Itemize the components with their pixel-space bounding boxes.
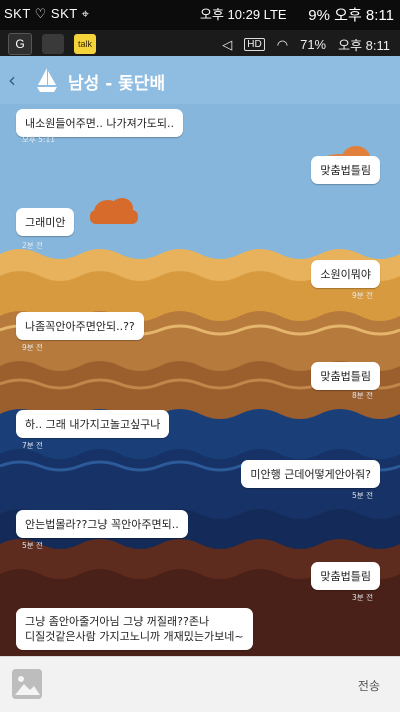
- chat-title: 남성 - 돛단배: [68, 74, 166, 94]
- system-time: 오후 8:11: [338, 38, 390, 53]
- carrier-label: SKT ♡ SKT ⌖: [4, 6, 90, 21]
- chat-header: ‹ 남성 - 돛단배: [0, 56, 400, 104]
- notification-calendar-icon: [42, 34, 64, 54]
- message-bubble[interactable]: 맞춤법틀림: [311, 156, 380, 184]
- message-bubble[interactable]: 나좀꼭안아주면안되..??: [16, 312, 144, 340]
- message-bubble[interactable]: 맞춤법틀림: [311, 562, 380, 590]
- chat-background: 내소원들어주면.. 나가져가도되.. 오후 5:11 맞춤법틀림 그래미안 2분…: [0, 104, 400, 656]
- send-button[interactable]: 전송: [358, 677, 380, 694]
- sailboat-icon: [37, 68, 57, 92]
- mute-icon: ◁: [222, 36, 233, 52]
- status-bar: SKT ♡ SKT ⌖ 오후 10:29 LTE 9% 오후 8:11: [0, 0, 400, 30]
- message-input[interactable]: [50, 667, 332, 701]
- message-time: 7분 전: [22, 441, 43, 450]
- battery-percent: 71%: [300, 37, 327, 52]
- message-time: 9분 전: [352, 291, 373, 300]
- message-time: 3분 전: [352, 593, 373, 602]
- hd-icon: HD: [244, 38, 265, 51]
- message-bubble[interactable]: 그래미안: [16, 208, 75, 236]
- kakaotalk-icon: talk: [74, 34, 96, 54]
- message-bubble[interactable]: 그냥 좀안아줄거아님 그냥 꺼질래??존나 디질것같은사람 가지고노니까 개재밌…: [16, 608, 253, 650]
- message-time: 9분 전: [22, 343, 43, 352]
- message-time: 5분 전: [22, 541, 43, 550]
- message-time: 5분 전: [352, 491, 373, 500]
- message-bubble[interactable]: 소원이뭐야: [311, 260, 380, 288]
- message-time: 2분 전: [22, 241, 43, 250]
- message-time: 오후 5:11: [22, 135, 56, 144]
- image-icon: [12, 669, 42, 699]
- image-attach-button[interactable]: [12, 669, 42, 699]
- message-bubble[interactable]: 미안행 근데어떻게안아줘?: [241, 460, 380, 488]
- message-bubble[interactable]: 맞춤법틀림: [311, 362, 380, 390]
- back-button[interactable]: ‹: [8, 68, 16, 92]
- message-input-bar: 전송: [0, 656, 400, 712]
- status-right: 9% 오후 8:11: [308, 7, 394, 24]
- message-bubble[interactable]: 내소원들어주면.. 나가져가도되..: [16, 109, 184, 137]
- system-bar: G talk ◁ HD ◠ 71% 오후 8:11: [0, 30, 400, 56]
- message-bubble[interactable]: 하.. 그래 내가지고놀고싶구나: [16, 410, 170, 438]
- message-time: 8분 전: [352, 391, 373, 400]
- message-bubble[interactable]: 안는법몰라??그냥 꼭안아주면되..: [16, 510, 188, 538]
- wifi-icon: ◠: [276, 36, 289, 52]
- status-center: 오후 10:29 LTE: [200, 7, 287, 22]
- notification-app-icon: G: [8, 33, 32, 55]
